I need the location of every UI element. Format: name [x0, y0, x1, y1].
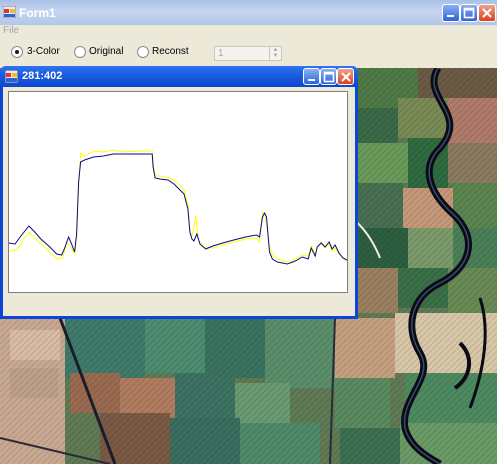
profile-close-button[interactable] [337, 68, 354, 85]
spinner-arrows[interactable]: ▲ ▼ [269, 47, 281, 60]
radio-original[interactable] [74, 46, 86, 58]
profile-plot-area [8, 91, 348, 293]
close-icon [482, 8, 492, 18]
maximize-button[interactable] [460, 4, 478, 22]
main-window: Form1 File 3-Color Original Reconst 1 ▲ … [0, 0, 497, 464]
minimize-icon [447, 15, 454, 17]
app-icon [3, 6, 16, 18]
profile-window-icon [5, 70, 18, 83]
profile-title-bar[interactable]: 281:402 [0, 66, 358, 87]
profile-maximize-button[interactable] [320, 68, 337, 85]
radio-reconst[interactable] [137, 46, 149, 58]
minimize-icon [308, 79, 315, 81]
radio-3-color-label[interactable]: 3-Color [27, 46, 60, 57]
menu-file[interactable]: File [3, 25, 19, 36]
maximize-icon [463, 7, 475, 19]
menu-bar: File [0, 25, 497, 39]
close-button[interactable] [478, 4, 496, 22]
profile-series-line-1 [9, 149, 347, 263]
radio-selected-dot [15, 50, 19, 54]
radio-original-label[interactable]: Original [89, 46, 123, 57]
radio-reconst-label[interactable]: Reconst [152, 46, 189, 57]
radio-3-color[interactable] [11, 46, 23, 58]
profile-window: 281:402 [0, 66, 358, 319]
profile-series-line-0 [9, 153, 347, 265]
profile-minimize-button[interactable] [303, 68, 320, 85]
band-spinner-value: 1 [218, 48, 224, 59]
band-spinner[interactable]: 1 ▲ ▼ [214, 46, 282, 61]
profile-window-title: 281:402 [22, 70, 63, 82]
spin-down-icon[interactable]: ▼ [270, 53, 281, 59]
minimize-button[interactable] [442, 4, 460, 22]
main-title-bar[interactable]: Form1 [0, 0, 497, 25]
maximize-icon [323, 71, 335, 83]
profile-chart [9, 149, 347, 265]
close-icon [341, 72, 351, 82]
main-window-title: Form1 [19, 6, 56, 20]
